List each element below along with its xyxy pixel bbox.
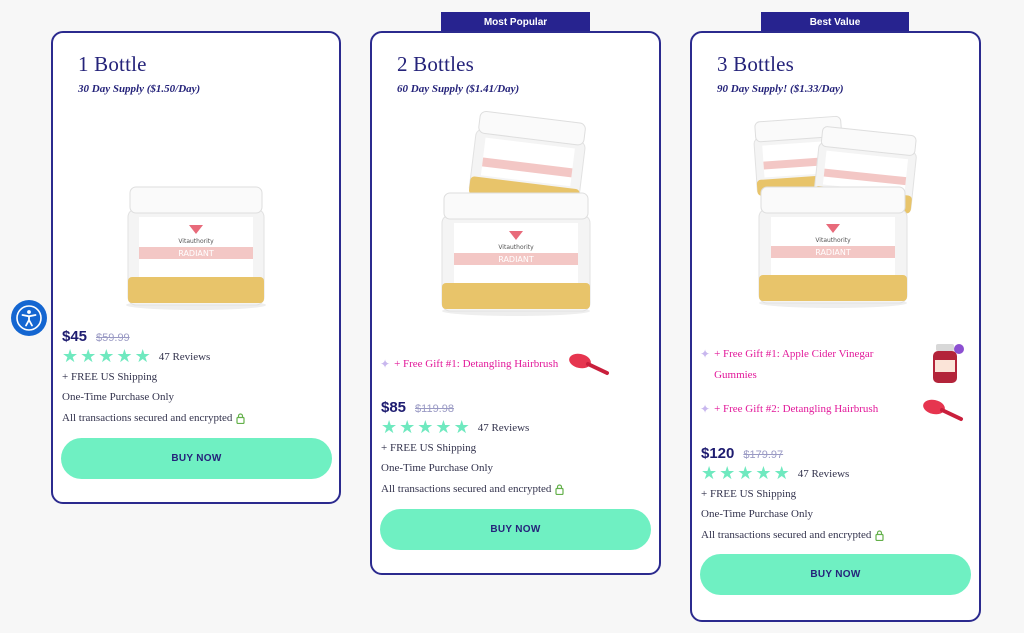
price-row: $85 $119.98	[381, 399, 454, 416]
star-rating: ★ ★ ★ ★ ★	[62, 348, 151, 366]
offer-title: 2 Bottles	[397, 52, 475, 76]
offer-title: 3 Bottles	[717, 52, 795, 76]
old-price: $179.97	[743, 449, 784, 461]
security-text: All transactions secured and encrypted	[381, 483, 565, 495]
sparkle-icon: ✦	[700, 347, 711, 361]
offer-card-2-bottles: 2 Bottles 60 Day Supply ($1.41/Day) Vita…	[370, 31, 661, 575]
accessibility-button[interactable]	[11, 300, 47, 336]
buy-now-button[interactable]: BUY NOW	[61, 438, 332, 479]
buy-now-button[interactable]: BUY NOW	[700, 554, 971, 595]
purchase-type-text: One-Time Purchase Only	[62, 391, 175, 403]
security-label: All transactions secured and encrypted	[62, 412, 233, 424]
offer-card-1-bottle: 1 Bottle 30 Day Supply ($1.50/Day) Vitau…	[51, 31, 341, 504]
buy-now-button[interactable]: BUY NOW	[380, 509, 651, 550]
gummies-bottle-icon	[933, 344, 964, 383]
sparkle-icon: ✦	[700, 402, 711, 416]
hairbrush-icon	[923, 399, 963, 421]
sparkle-icon: ✦	[380, 357, 391, 371]
star-icon: ★	[417, 417, 434, 438]
price-row: $120 $179.97	[701, 445, 783, 462]
offer-supply: 30 Day Supply ($1.50/Day)	[78, 83, 201, 95]
free-gift-1: ✦ + Free Gift #1: Apple Cider Vinegar Gu…	[700, 344, 900, 386]
price: $120	[701, 445, 735, 462]
star-icon: ★	[737, 463, 754, 484]
star-icon: ★	[701, 463, 718, 484]
shipping-text: + FREE US Shipping	[62, 371, 158, 383]
star-icon: ★	[134, 346, 151, 367]
hairbrush-icon	[569, 353, 609, 375]
reviews-count: 47 Reviews	[477, 422, 530, 434]
svg-text:RADIANT: RADIANT	[498, 255, 534, 264]
star-icon: ★	[435, 417, 452, 438]
star-icon: ★	[719, 463, 736, 484]
star-rating: ★ ★ ★ ★ ★	[701, 465, 790, 483]
offer-supply: 90 Day Supply! ($1.33/Day)	[717, 83, 844, 95]
svg-text:RADIANT: RADIANT	[178, 249, 214, 258]
star-icon: ★	[453, 417, 470, 438]
free-gift-1: ✦ + Free Gift #1: Detangling Hairbrush	[380, 354, 558, 375]
svg-text:Vitauthority: Vitauthority	[498, 244, 534, 251]
star-icon: ★	[381, 417, 398, 438]
star-icon: ★	[80, 346, 97, 367]
old-price: $119.98	[415, 403, 454, 415]
product-image: Vitauthority RADIANT	[692, 113, 979, 309]
star-icon: ★	[399, 417, 416, 438]
security-label: All transactions secured and encrypted	[381, 483, 552, 495]
svg-text:Vitauthority: Vitauthority	[178, 238, 214, 245]
rating-row: ★ ★ ★ ★ ★ 47 Reviews	[381, 419, 529, 437]
star-icon: ★	[773, 463, 790, 484]
security-label: All transactions secured and encrypted	[701, 529, 872, 541]
star-icon: ★	[98, 346, 115, 367]
gift-label: + Free Gift #2: Detangling Hairbrush	[714, 403, 879, 415]
old-price: $59.99	[96, 332, 130, 344]
star-icon: ★	[62, 346, 79, 367]
security-text: All transactions secured and encrypted	[701, 529, 885, 541]
lock-icon	[875, 530, 885, 541]
accessibility-icon	[16, 305, 42, 331]
price: $85	[381, 399, 407, 416]
purchase-type-text: One-Time Purchase Only	[381, 462, 494, 474]
svg-text:Vitauthority: Vitauthority	[815, 237, 851, 244]
purchase-type-text: One-Time Purchase Only	[701, 508, 814, 520]
price-row: $45 $59.99	[62, 328, 130, 345]
star-icon: ★	[755, 463, 772, 484]
shipping-text: + FREE US Shipping	[701, 488, 797, 500]
gift-label: + Free Gift #1: Apple Cider Vinegar Gumm…	[714, 348, 874, 381]
lock-icon	[236, 413, 246, 424]
star-rating: ★ ★ ★ ★ ★	[381, 419, 470, 437]
offer-supply: 60 Day Supply ($1.41/Day)	[397, 83, 520, 95]
free-gift-2: ✦ + Free Gift #2: Detangling Hairbrush	[700, 399, 878, 420]
price: $45	[62, 328, 88, 345]
product-image: Vitauthority RADIANT	[372, 107, 659, 317]
rating-row: ★ ★ ★ ★ ★ 47 Reviews	[701, 465, 849, 483]
offer-title: 1 Bottle	[78, 52, 147, 76]
best-value-badge: Best Value	[761, 12, 909, 32]
most-popular-badge: Most Popular	[441, 12, 590, 32]
shipping-text: + FREE US Shipping	[381, 442, 477, 454]
reviews-count: 47 Reviews	[158, 351, 211, 363]
product-image: Vitauthority RADIANT	[53, 181, 339, 311]
reviews-count: 47 Reviews	[797, 468, 850, 480]
lock-icon	[555, 484, 565, 495]
rating-row: ★ ★ ★ ★ ★ 47 Reviews	[62, 348, 210, 366]
security-text: All transactions secured and encrypted	[62, 412, 246, 424]
svg-text:RADIANT: RADIANT	[815, 248, 851, 257]
gift-label: + Free Gift #1: Detangling Hairbrush	[394, 358, 559, 370]
star-icon: ★	[116, 346, 133, 367]
offer-card-3-bottles: 3 Bottles 90 Day Supply! ($1.33/Day) Vit…	[690, 31, 981, 622]
